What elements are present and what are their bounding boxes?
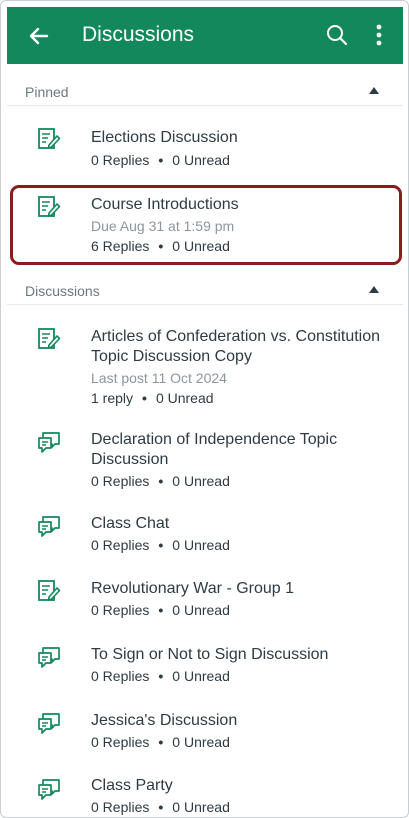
item-meta: 0 Replies • 0 Unread xyxy=(91,536,230,554)
item-title: Jessica's Discussion xyxy=(91,712,238,729)
list-item[interactable]: To Sign or Not to Sign Discussion 0 Repl… xyxy=(7,637,403,695)
item-title: Revolutionary War - Group 1 xyxy=(91,580,295,597)
discussion-icon xyxy=(38,779,60,800)
item-meta: 0 Replies • 0 Unread xyxy=(91,733,230,751)
discussion-icon xyxy=(38,647,60,668)
list-item[interactable]: Elections Discussion 0 Replies • 0 Unread xyxy=(7,119,403,179)
top-app-bar: Discussions xyxy=(7,7,403,64)
unread-count: 0 Unread xyxy=(172,473,230,489)
pinned-section-header[interactable]: Pinned xyxy=(7,66,403,106)
list-item[interactable]: Class Party 0 Replies • 0 Unread xyxy=(7,769,403,817)
arrow-left-icon[interactable] xyxy=(27,24,51,48)
separator: • xyxy=(158,152,164,168)
replies-count: 0 Replies xyxy=(91,734,150,750)
replies-count: 0 Replies xyxy=(91,602,150,618)
item-title: To Sign or Not to Sign Discussion xyxy=(91,646,329,663)
separator: • xyxy=(158,537,164,553)
unread-count: 0 Unread xyxy=(172,734,230,750)
item-title: Declaration of Independence Topic Discus… xyxy=(91,431,338,468)
item-meta: 0 Replies • 0 Unread xyxy=(91,472,230,490)
separator: • xyxy=(158,734,164,750)
unread-count: 0 Unread xyxy=(172,537,230,553)
last-post: Last post 11 Oct 2024 xyxy=(91,370,227,386)
section-label: Discussions xyxy=(25,283,100,299)
list-item[interactable]: Class Chat 0 Replies • 0 Unread xyxy=(7,506,403,564)
more-vertical-icon[interactable] xyxy=(369,22,389,48)
item-meta: 0 Replies • 0 Unread xyxy=(91,798,230,816)
separator: • xyxy=(158,602,164,618)
separator: • xyxy=(158,473,164,489)
replies-count: 1 reply xyxy=(91,390,134,406)
replies-count: 0 Replies xyxy=(91,473,150,489)
replies-count: 0 Replies xyxy=(91,152,150,168)
section-label: Pinned xyxy=(25,84,69,100)
assignment-discussion-icon xyxy=(38,128,61,149)
list-item[interactable]: Jessica's Discussion 0 Replies • 0 Unread xyxy=(7,703,403,761)
assignment-discussion-icon xyxy=(38,580,61,601)
separator: • xyxy=(158,799,164,815)
item-meta: 0 Replies • 0 Unread xyxy=(91,601,230,619)
replies-count: 0 Replies xyxy=(91,799,150,815)
search-icon[interactable] xyxy=(325,23,349,47)
list-item[interactable]: Articles of Confederation vs. Constituti… xyxy=(7,319,403,415)
item-title: Class Party xyxy=(91,777,173,794)
selection-highlight xyxy=(10,185,402,265)
discussion-icon xyxy=(38,516,60,537)
collapse-caret-icon[interactable] xyxy=(369,286,379,293)
discussion-icon xyxy=(38,432,60,453)
list-item[interactable]: Declaration of Independence Topic Discus… xyxy=(7,422,403,498)
page-title: Discussions xyxy=(82,23,195,46)
separator: • xyxy=(158,668,164,684)
unread-count: 0 Unread xyxy=(172,668,230,684)
separator: • xyxy=(142,390,147,406)
replies-count: 0 Replies xyxy=(91,668,150,684)
item-title: Articles of Confederation vs. Constituti… xyxy=(91,328,381,365)
list-item[interactable]: Revolutionary War - Group 1 0 Replies • 0 … xyxy=(7,571,403,629)
unread-count: 0 Unread xyxy=(155,390,214,406)
collapse-caret-icon[interactable] xyxy=(369,87,379,94)
app-frame: Discussions Pinned Elections Discussion … xyxy=(0,0,409,818)
discussion-icon xyxy=(38,713,60,734)
item-meta: 1 reply • 0 Unread xyxy=(91,389,214,407)
item-meta: 0 Replies • 0 Unread xyxy=(91,667,230,685)
unread-count: 0 Unread xyxy=(172,602,230,618)
item-meta: 0 Replies • 0 Unread xyxy=(91,151,230,169)
discussions-section-header[interactable]: Discussions xyxy=(7,265,403,305)
assignment-discussion-icon xyxy=(38,328,61,349)
unread-count: 0 Unread xyxy=(172,799,230,815)
replies-count: 0 Replies xyxy=(91,537,150,553)
unread-count: 0 Unread xyxy=(172,152,230,168)
item-title: Class Chat xyxy=(91,515,170,532)
item-title: Elections Discussion xyxy=(91,129,238,146)
